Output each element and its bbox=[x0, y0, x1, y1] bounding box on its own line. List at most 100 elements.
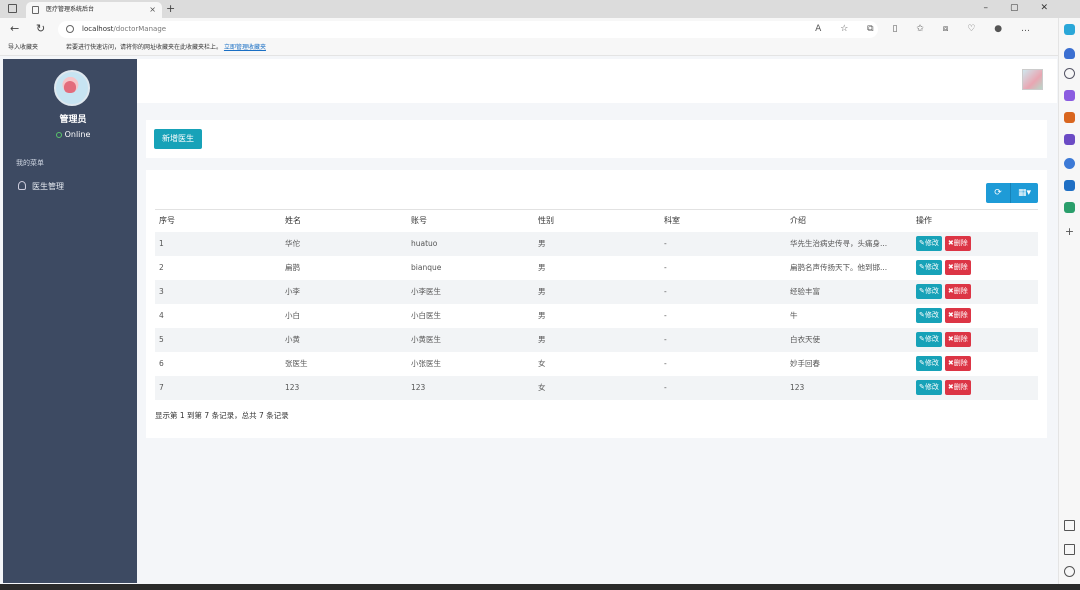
delete-button[interactable]: ✖删除 bbox=[944, 308, 971, 323]
more-icon[interactable]: … bbox=[1021, 24, 1030, 34]
table-cell: 小白医生 bbox=[411, 311, 441, 320]
table-cell: 小黄 bbox=[281, 327, 407, 352]
open-external-icon[interactable] bbox=[1064, 544, 1075, 555]
browser-tab[interactable]: 医疗管理系统后台 × bbox=[26, 2, 162, 18]
table-cell: - bbox=[660, 375, 786, 400]
table-header-row: 序号 姓名 账号 性别 科室 介绍 操作 bbox=[155, 209, 1038, 232]
copilot-icon[interactable] bbox=[1064, 24, 1075, 35]
tab-actions-icon[interactable] bbox=[8, 4, 17, 13]
table-cell-actions: ✎修改 ✖删除 bbox=[912, 231, 1038, 256]
admin-name: 管理员 bbox=[59, 115, 87, 125]
outlook-icon[interactable] bbox=[1064, 180, 1075, 191]
col-header[interactable]: 科室 bbox=[660, 209, 786, 232]
close-tab-icon[interactable]: × bbox=[149, 2, 156, 18]
delete-label: 删除 bbox=[953, 287, 968, 295]
col-header[interactable]: 序号 bbox=[155, 209, 281, 232]
sidebar: 管理员 Online 我的菜单 医生管理 bbox=[3, 59, 137, 583]
add-doctor-button[interactable]: 新增医生 bbox=[154, 129, 202, 149]
row-actions: ✎修改 ✖删除 bbox=[916, 380, 1038, 395]
table-cell: 男 bbox=[534, 327, 660, 352]
table-cell: - bbox=[660, 231, 786, 256]
site-info-icon[interactable] bbox=[66, 25, 74, 33]
delete-label: 删除 bbox=[953, 383, 968, 391]
edit-button[interactable]: ✎修改 bbox=[916, 284, 942, 299]
pagination-summary: 显示第 1 到第 7 条记录，总共 7 条记录 bbox=[155, 411, 289, 420]
screenshot-icon[interactable] bbox=[1064, 520, 1075, 531]
col-header[interactable]: 性别 bbox=[534, 209, 660, 232]
edit-button[interactable]: ✎修改 bbox=[916, 332, 942, 347]
profile-icon[interactable]: ● bbox=[994, 24, 1002, 34]
favorite-star-icon[interactable]: ☆ bbox=[840, 24, 848, 34]
menu-header: 我的菜单 bbox=[16, 159, 44, 167]
table-cell: 张医生 bbox=[285, 359, 308, 368]
delete-button[interactable]: ✖删除 bbox=[944, 356, 971, 371]
taskbar bbox=[0, 584, 1080, 590]
table-row: 5 小黄 小黄医生男 - 白衣天使 ✎修改 ✖删除 bbox=[155, 327, 1038, 352]
table-cell: - bbox=[664, 359, 667, 368]
edit-label: 修改 bbox=[924, 359, 939, 367]
search-icon[interactable] bbox=[1064, 68, 1075, 79]
table-cell-actions: ✎修改 ✖删除 bbox=[912, 327, 1038, 352]
manage-favorites-link[interactable]: 立即管理收藏夹 bbox=[224, 44, 266, 51]
new-tab-button[interactable]: + bbox=[166, 0, 175, 17]
table-card: ⟳ ▦▾ 序号 姓名 账号 性别 科室 介绍 操作 1 华佗 huatuo 男 - 华先生… bbox=[146, 170, 1047, 438]
edit-button[interactable]: ✎修改 bbox=[916, 308, 942, 323]
delete-label: 删除 bbox=[953, 359, 968, 367]
tools-icon[interactable] bbox=[1064, 112, 1075, 123]
url-path: /doctorManage bbox=[113, 25, 167, 33]
row-actions: ✎修改 ✖删除 bbox=[916, 284, 1038, 299]
row-actions: ✎修改 ✖删除 bbox=[916, 356, 1038, 371]
delete-button[interactable]: ✖删除 bbox=[944, 236, 971, 251]
table-cell: 1 bbox=[155, 231, 281, 256]
settings-gear-icon[interactable] bbox=[1064, 566, 1075, 577]
user-avatar[interactable] bbox=[1022, 69, 1043, 90]
favorites-icon[interactable]: ✩ bbox=[916, 24, 924, 34]
table-cell: 男 bbox=[534, 279, 660, 304]
table-body: 1 华佗 huatuo 男 - 华先生治病史传寻，头痛身... ✎修改 ✖删除 2 扁鹊 bianq… bbox=[155, 231, 1038, 400]
col-header[interactable]: 姓名 bbox=[281, 209, 407, 232]
extensions-icon[interactable]: ⧉ bbox=[867, 24, 873, 34]
col-header[interactable]: 介绍 bbox=[786, 209, 912, 232]
table-row: 3 小李 小李医生男 - 经验丰富 ✎修改 ✖删除 bbox=[155, 279, 1038, 304]
table-cell: 经验丰富 bbox=[786, 279, 912, 304]
edit-button[interactable]: ✎修改 bbox=[916, 236, 942, 251]
edit-button[interactable]: ✎修改 bbox=[916, 260, 942, 275]
table-cell: 小黄医生 bbox=[407, 327, 534, 352]
table-cell: 扁鹊名声传扬天下。他到邯... bbox=[790, 263, 888, 272]
delete-label: 删除 bbox=[953, 239, 968, 247]
collections-icon[interactable]: ⧈ bbox=[943, 24, 949, 34]
col-header[interactable]: 账号 bbox=[407, 209, 534, 232]
delete-button[interactable]: ✖删除 bbox=[944, 380, 971, 395]
window-controls[interactable]: –▢✕ bbox=[983, 0, 1070, 17]
refresh-icon[interactable]: ⟳ bbox=[986, 183, 1010, 203]
table-cell: 男 bbox=[538, 311, 546, 320]
table-cell: 123 bbox=[786, 375, 912, 400]
delete-button[interactable]: ✖删除 bbox=[944, 284, 971, 299]
edit-button[interactable]: ✎修改 bbox=[916, 380, 942, 395]
browser-essentials-icon[interactable]: ♡ bbox=[967, 24, 975, 34]
back-icon[interactable]: ← bbox=[10, 20, 19, 38]
notification-icon[interactable] bbox=[1064, 48, 1075, 59]
microsoft365-icon[interactable] bbox=[1064, 158, 1075, 169]
app-root: 管理员 Online 我的菜单 医生管理 新增医生 ⟳ ▦▾ 序号 姓名 账号 … bbox=[0, 58, 1057, 584]
split-screen-icon[interactable]: ▯ bbox=[892, 24, 897, 34]
edit-button[interactable]: ✎修改 bbox=[916, 356, 942, 371]
page-icon bbox=[32, 6, 39, 14]
edit-label: 修改 bbox=[924, 383, 939, 391]
table-cell: 123 bbox=[281, 375, 407, 400]
url-input[interactable]: localhost/doctorManage bbox=[58, 21, 878, 38]
columns-toggle-icon[interactable]: ▦▾ bbox=[1010, 183, 1038, 203]
sidebar-item-doctor-manage[interactable]: 医生管理 bbox=[18, 181, 64, 192]
table-tools: ⟳ ▦▾ bbox=[986, 183, 1038, 203]
delete-button[interactable]: ✖删除 bbox=[944, 260, 971, 275]
shopping-icon[interactable] bbox=[1064, 90, 1075, 101]
drop-icon[interactable] bbox=[1064, 202, 1075, 213]
read-aloud-icon[interactable]: A bbox=[815, 24, 821, 34]
games-icon[interactable] bbox=[1064, 134, 1075, 145]
import-favorites-link[interactable]: 导入收藏夹 bbox=[8, 40, 38, 56]
add-icon[interactable]: + bbox=[1064, 226, 1075, 237]
table-cell: 6 bbox=[159, 359, 164, 368]
edit-label: 修改 bbox=[924, 263, 939, 271]
delete-button[interactable]: ✖删除 bbox=[944, 332, 971, 347]
reload-icon[interactable]: ↻ bbox=[36, 20, 45, 38]
